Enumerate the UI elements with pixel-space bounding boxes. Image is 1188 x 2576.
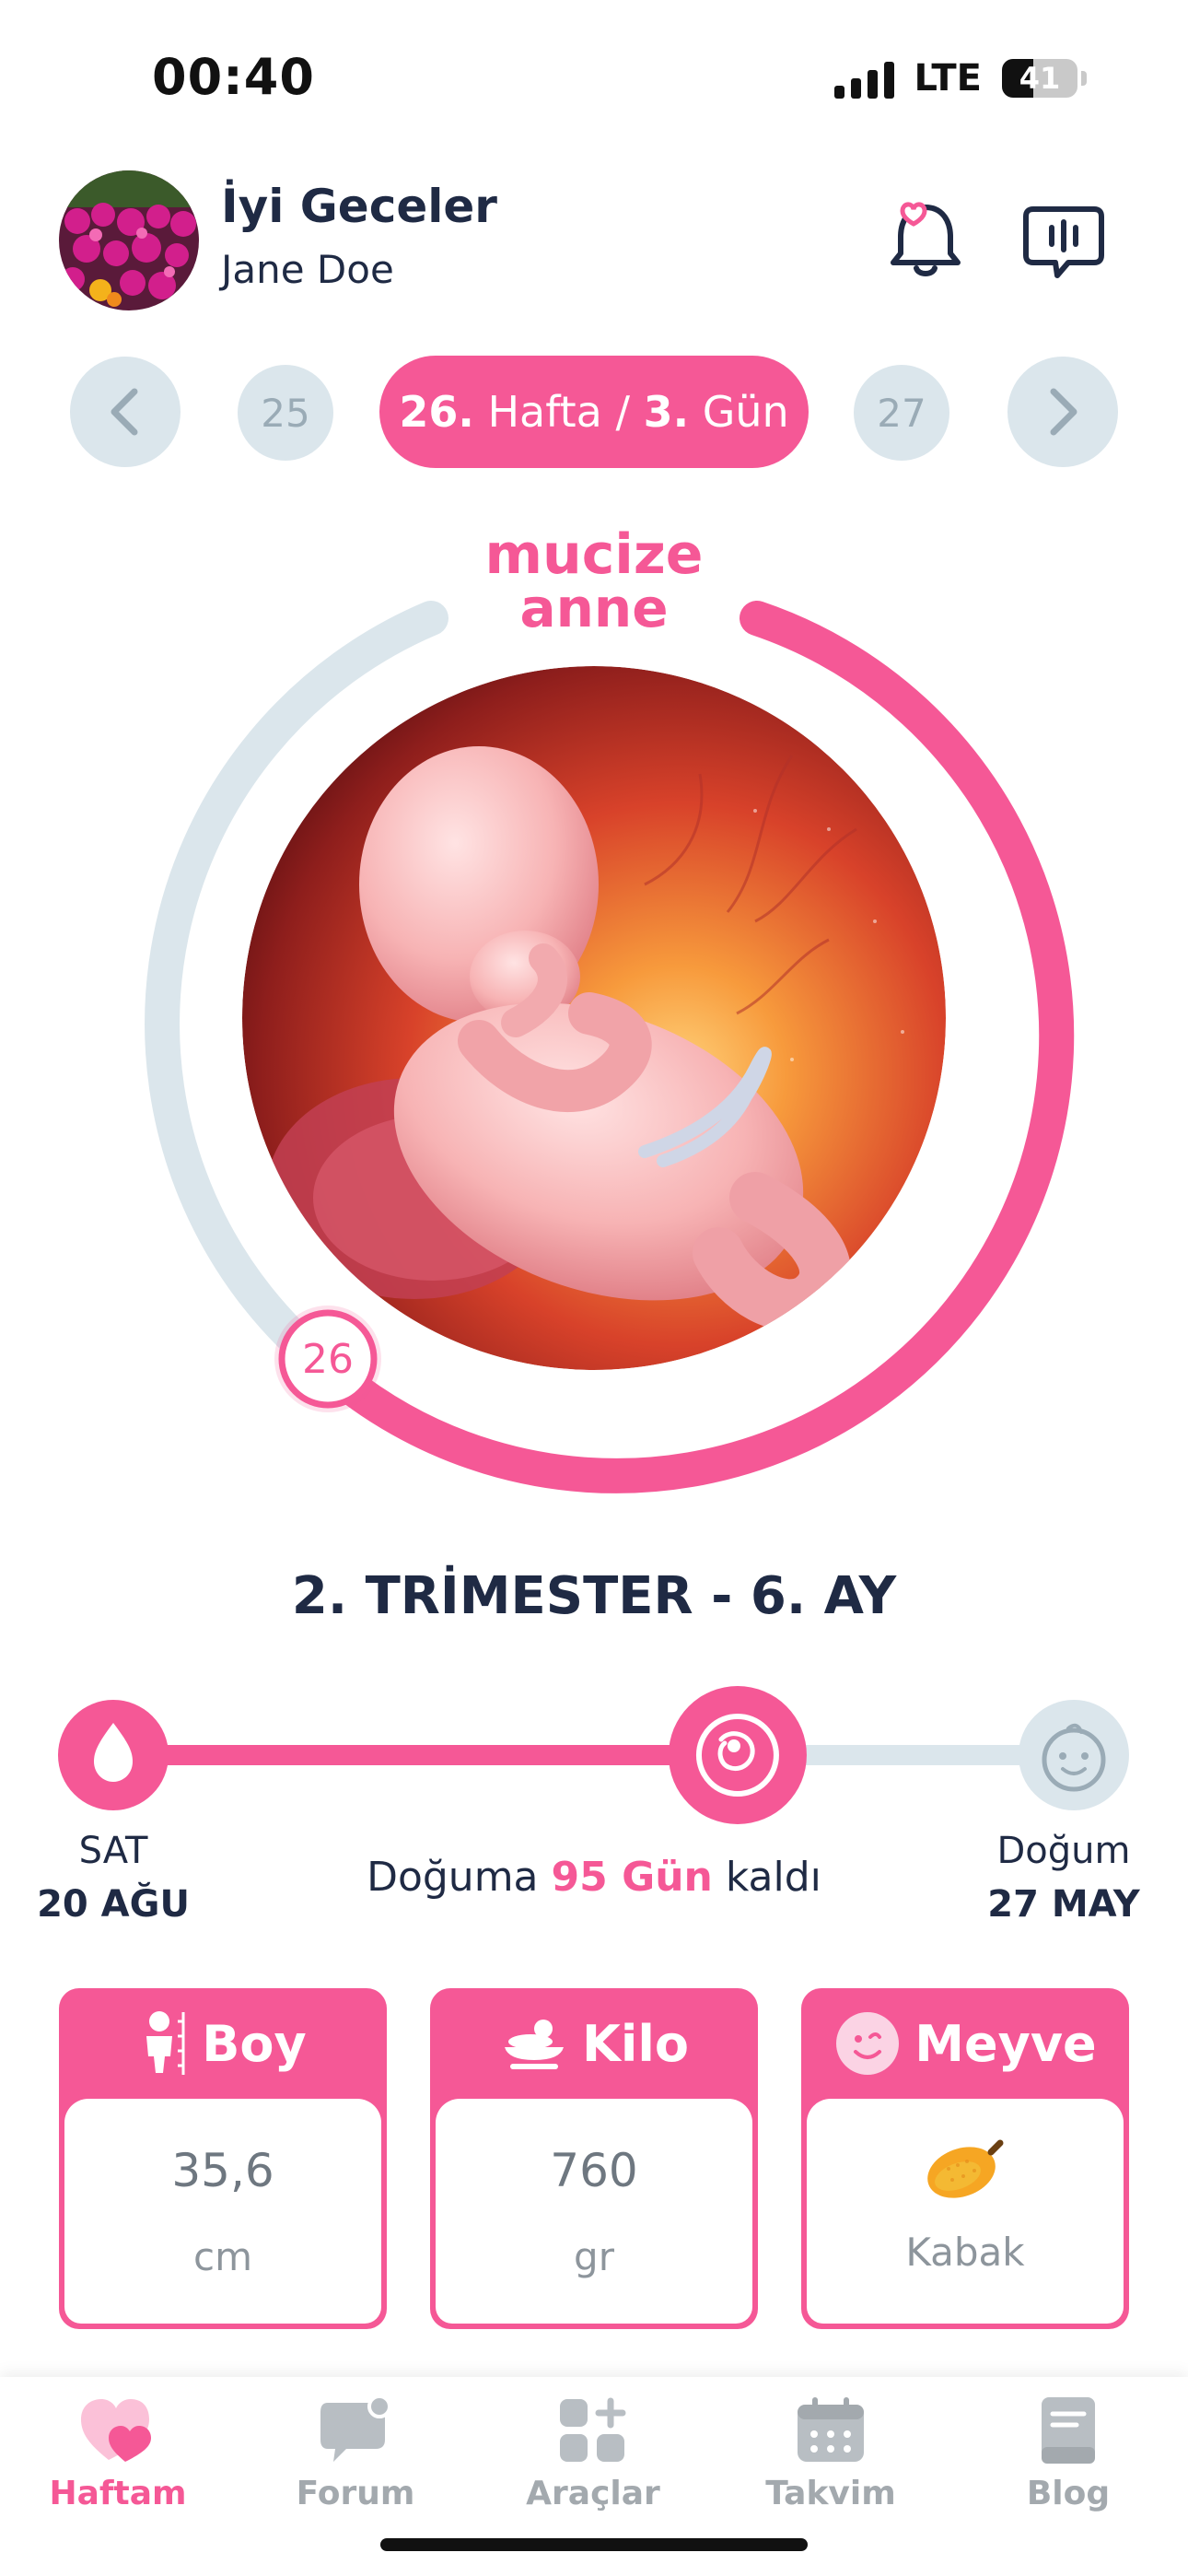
- baby-height-icon: [146, 2011, 185, 2075]
- week-word: Hafta /: [487, 387, 630, 437]
- weight-card[interactable]: Kilo 760 gr: [430, 1988, 758, 2329]
- drop-icon: [58, 1700, 169, 1810]
- week-25-button[interactable]: 25: [238, 365, 333, 461]
- heart-icon: [81, 2399, 151, 2462]
- tools-grid-icon: [560, 2397, 626, 2462]
- length-unit: cm: [192, 2233, 252, 2279]
- nav-takvim[interactable]: Takvim: [739, 2395, 923, 2512]
- notification-bell-icon[interactable]: [875, 191, 976, 292]
- due-date: 27 MAY: [987, 1883, 1140, 1926]
- chevron-right-icon: [1050, 388, 1077, 436]
- weight-unit: gr: [574, 2233, 614, 2279]
- svg-text:26: 26: [302, 1336, 354, 1383]
- fetus-image: [242, 666, 946, 1370]
- chat-bubble-icon: [320, 2395, 391, 2462]
- home-indicator: [380, 2538, 808, 2551]
- due-countdown: Doğuma 95 Gün kaldı: [276, 1854, 912, 1901]
- prev-week-button[interactable]: [70, 357, 181, 467]
- nav-label-araclar: Araçlar: [526, 2475, 660, 2512]
- nav-label-takvim: Takvim: [765, 2475, 896, 2512]
- nav-blog[interactable]: Blog: [976, 2395, 1160, 2512]
- squash-icon: [927, 2139, 1004, 2198]
- fruit-name: Kabak: [905, 2230, 1025, 2275]
- due-date-timeline: [58, 1686, 1129, 1824]
- countdown-value: 95 Gün: [551, 1854, 713, 1901]
- nav-araclar[interactable]: Araçlar: [501, 2395, 685, 2512]
- length-title: Boy: [202, 2014, 307, 2073]
- weight-value: 760: [550, 2143, 638, 2197]
- status-time: 00:40: [152, 48, 315, 106]
- mucize-anne-logo: mucize mucize anne anne: [479, 516, 710, 646]
- fruit-title: Meyve: [914, 2014, 1097, 2073]
- next-week-button[interactable]: [1007, 357, 1118, 467]
- length-value: 35,6: [171, 2143, 274, 2197]
- day-word: Gün: [702, 387, 789, 437]
- start-label: SAT: [78, 1830, 148, 1872]
- countdown-suffix: kaldı: [725, 1854, 821, 1901]
- week-27-button[interactable]: 27: [854, 365, 949, 461]
- chevron-left-icon: [111, 388, 138, 436]
- baby-face-icon: [1019, 1700, 1129, 1810]
- end-label: Doğum: [996, 1830, 1131, 1872]
- countdown-prefix: Doğuma: [367, 1854, 539, 1901]
- calendar-icon: [798, 2397, 864, 2462]
- nav-label-forum: Forum: [296, 2475, 415, 2512]
- fetus-marker-icon: [668, 1686, 807, 1824]
- weight-title: Kilo: [582, 2014, 689, 2073]
- length-card[interactable]: Boy 35,6 cm: [59, 1988, 387, 2329]
- smiley-icon: [836, 2012, 900, 2075]
- avatar[interactable]: [59, 170, 199, 310]
- pregnancy-progress-ring: mucize mucize anne anne 26: [145, 516, 1075, 1493]
- trimester-title: 2. TRİMESTER - 6. AY: [291, 1566, 897, 1626]
- fruit-card[interactable]: Meyve Kabak: [801, 1988, 1129, 2329]
- battery-level: 41: [1019, 61, 1061, 96]
- nav-label-haftam: Haftam: [49, 2475, 187, 2512]
- start-date: 20 AĞU: [37, 1883, 190, 1926]
- current-day-number: 3.: [643, 387, 690, 437]
- greeting: İyi Geceler: [221, 180, 497, 233]
- book-icon: [1042, 2397, 1095, 2464]
- battery-icon: 41: [1002, 59, 1077, 98]
- signal-icon: [833, 58, 894, 99]
- status-indicators: LTE 41: [833, 55, 1087, 101]
- svg-text:anne: anne: [519, 577, 668, 639]
- current-week-number: 26.: [399, 387, 474, 437]
- current-week-pill[interactable]: 26. Hafta / 3. Gün: [379, 356, 809, 468]
- network-type: LTE: [914, 57, 982, 100]
- voice-chat-icon[interactable]: [1013, 191, 1114, 292]
- baby-scale-icon: [505, 2020, 565, 2069]
- user-name: Jane Doe: [221, 247, 394, 292]
- week-progress-badge: 26: [274, 1306, 381, 1412]
- nav-forum[interactable]: Forum: [263, 2395, 448, 2512]
- nav-haftam[interactable]: Haftam: [26, 2395, 210, 2512]
- nav-label-blog: Blog: [1026, 2475, 1111, 2512]
